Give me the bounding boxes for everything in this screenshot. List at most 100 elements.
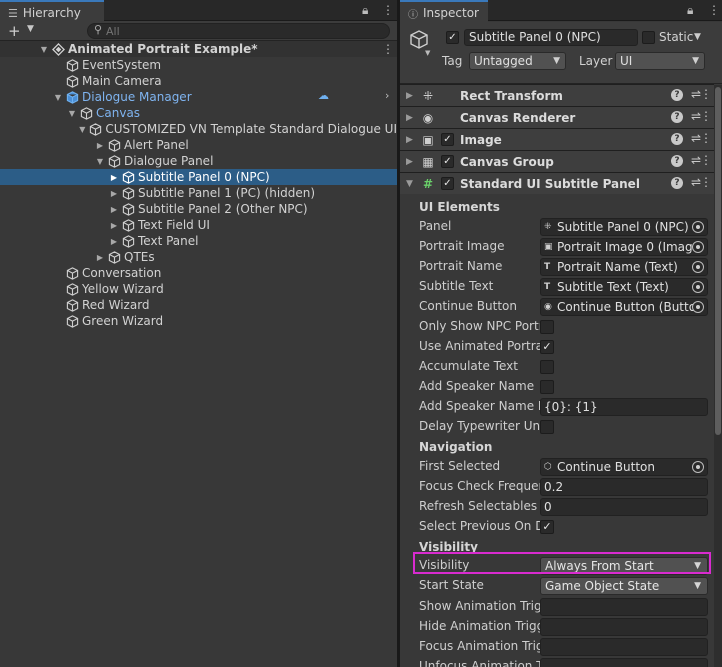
only-show-npc-checkbox[interactable] bbox=[540, 320, 554, 334]
subtitle-text-value: Subtitle Text (Text) bbox=[557, 280, 669, 294]
fold-closed-icon[interactable]: ▶ bbox=[108, 205, 120, 214]
fold-open-icon[interactable]: ▼ bbox=[94, 157, 106, 166]
refresh-selectables-input[interactable]: 0 bbox=[540, 498, 708, 516]
icon-picker-caret-icon[interactable]: ▼ bbox=[425, 49, 430, 57]
hierarchy-item[interactable]: ▼ Dialogue Manager ☁ › bbox=[0, 89, 397, 105]
help-icon[interactable]: ? bbox=[671, 133, 683, 145]
component-image[interactable]: ▶ ▣ ✓ Image ? ⇌ ⋮ bbox=[400, 128, 714, 150]
hierarchy-item[interactable]: ▼ Dialogue Panel bbox=[0, 153, 397, 169]
hierarchy-item[interactable]: ▶ Subtitle Panel 1 (PC) (hidden) bbox=[0, 185, 397, 201]
inspector-tab[interactable]: ⓘ Inspector bbox=[400, 0, 488, 22]
add-speaker-name-checkbox[interactable] bbox=[540, 380, 554, 394]
subtitle-text-object-field[interactable]: T Subtitle Text (Text) bbox=[540, 278, 708, 296]
hierarchy-item[interactable]: ▶ QTEs bbox=[0, 249, 397, 265]
component-menu-icon[interactable]: ⋮ bbox=[700, 87, 712, 101]
focus-anim-input[interactable] bbox=[540, 638, 708, 656]
component-menu-icon[interactable]: ⋮ bbox=[700, 131, 712, 145]
hierarchy-item[interactable]: ▼ Canvas bbox=[0, 105, 397, 121]
hierarchy-item[interactable]: Yellow Wizard bbox=[0, 281, 397, 297]
first-selected-object-field[interactable]: ⬡ Continue Button bbox=[540, 458, 708, 476]
show-anim-input[interactable] bbox=[540, 598, 708, 616]
unfocus-anim-input[interactable] bbox=[540, 658, 708, 667]
object-picker-icon[interactable] bbox=[692, 281, 704, 293]
add-speaker-format-input[interactable]: {0}: {1} bbox=[540, 398, 708, 416]
hierarchy-item[interactable]: ▶ Subtitle Panel 0 (NPC) bbox=[0, 169, 397, 185]
fold-closed-icon[interactable]: ▶ bbox=[108, 237, 120, 246]
component-rect-transform[interactable]: ▶ ⁜ Rect Transform ? ⇌ ⋮ bbox=[400, 84, 714, 106]
static-dropdown-caret-icon[interactable]: ▼ bbox=[694, 32, 701, 42]
chevron-down-icon: ▼ bbox=[553, 56, 560, 66]
subtitle-panel-enabled-checkbox[interactable]: ✓ bbox=[441, 177, 454, 190]
start-state-dropdown[interactable]: Game Object State ▼ bbox=[540, 577, 708, 595]
hierarchy-item[interactable]: ▶ Subtitle Panel 2 (Other NPC) bbox=[0, 201, 397, 217]
help-icon[interactable]: ? bbox=[671, 89, 683, 101]
static-checkbox[interactable] bbox=[642, 31, 655, 44]
hierarchy-item[interactable]: Red Wizard bbox=[0, 297, 397, 313]
help-icon[interactable]: ? bbox=[671, 177, 683, 189]
hierarchy-item[interactable]: ▶ Alert Panel bbox=[0, 137, 397, 153]
fold-closed-icon[interactable]: ▶ bbox=[94, 253, 106, 262]
delay-typewriter-checkbox[interactable] bbox=[540, 420, 554, 434]
scene-row[interactable]: ▼ Animated Portrait Example* ⋮ bbox=[0, 41, 397, 57]
object-name-field[interactable]: Subtitle Panel 0 (NPC) bbox=[464, 29, 638, 46]
focus-check-input[interactable]: 0.2 bbox=[540, 478, 708, 496]
fold-closed-icon[interactable]: ▶ bbox=[108, 221, 120, 230]
fold-open-icon[interactable]: ▼ bbox=[66, 109, 78, 118]
inspector-lock-icon[interactable]: 🔒︎ bbox=[687, 3, 693, 18]
hierarchy-item[interactable]: Green Wizard bbox=[0, 313, 397, 329]
inspector-tabbar: ⓘ Inspector 🔒︎ ⋮ bbox=[400, 0, 722, 22]
fold-closed-icon[interactable]: ▶ bbox=[108, 189, 120, 198]
scene-menu-kebab-icon[interactable]: ⋮ bbox=[382, 42, 394, 56]
hierarchy-search-input[interactable] bbox=[106, 24, 376, 38]
fold-closed-icon[interactable]: ▶ bbox=[108, 173, 120, 182]
fold-closed-icon[interactable]: ▶ bbox=[94, 141, 106, 150]
component-menu-icon[interactable]: ⋮ bbox=[700, 153, 712, 167]
object-picker-icon[interactable] bbox=[692, 221, 704, 233]
image-enabled-checkbox[interactable]: ✓ bbox=[441, 133, 454, 146]
fold-open-icon[interactable]: ▼ bbox=[77, 125, 88, 134]
object-picker-icon[interactable] bbox=[692, 461, 704, 473]
active-checkbox[interactable]: ✓ bbox=[446, 31, 459, 44]
hierarchy-search[interactable]: ⚲ bbox=[87, 23, 390, 39]
layer-dropdown[interactable]: UI ▼ bbox=[615, 52, 705, 70]
component-menu-icon[interactable]: ⋮ bbox=[700, 175, 712, 189]
hide-anim-input[interactable] bbox=[540, 618, 708, 636]
continue-button-object-field[interactable]: ◉ Continue Button (Button bbox=[540, 298, 708, 316]
component-menu-icon[interactable]: ⋮ bbox=[700, 109, 712, 123]
hierarchy-item[interactable]: ▶ Text Field UI bbox=[0, 217, 397, 233]
tab-menu-kebab-icon[interactable]: ⋮ bbox=[382, 3, 394, 17]
hierarchy-item[interactable]: EventSystem bbox=[0, 57, 397, 73]
use-animated-checkbox[interactable]: ✓ bbox=[540, 340, 554, 354]
object-picker-icon[interactable] bbox=[692, 241, 704, 253]
create-dropdown-caret-icon[interactable]: ▼ bbox=[27, 24, 34, 34]
canvas-group-enabled-checkbox[interactable]: ✓ bbox=[441, 155, 454, 168]
fold-closed-icon: ▶ bbox=[406, 112, 413, 123]
component-standard-ui-subtitle-panel[interactable]: ▼ # ✓ Standard UI Subtitle Panel ? ⇌ ⋮ bbox=[400, 172, 714, 194]
accumulate-text-checkbox[interactable] bbox=[540, 360, 554, 374]
object-picker-icon[interactable] bbox=[692, 261, 704, 273]
tag-dropdown[interactable]: Untagged ▼ bbox=[469, 52, 566, 70]
scrollbar-thumb[interactable] bbox=[715, 87, 721, 435]
create-plus-button[interactable]: + bbox=[8, 22, 21, 40]
fold-open-icon[interactable]: ▼ bbox=[52, 93, 64, 102]
hierarchy-tab[interactable]: ☰ Hierarchy bbox=[0, 0, 104, 22]
hierarchy-item[interactable]: ▶ Text Panel bbox=[0, 233, 397, 249]
inspector-tab-menu-kebab-icon[interactable]: ⋮ bbox=[708, 3, 720, 17]
portrait-name-object-field[interactable]: T Portrait Name (Text) bbox=[540, 258, 708, 276]
lock-icon[interactable]: 🔒︎ bbox=[362, 3, 368, 18]
hierarchy-item[interactable]: ▼ CUSTOMIZED VN Template Standard Dialogu… bbox=[0, 121, 397, 137]
hierarchy-item[interactable]: Conversation bbox=[0, 265, 397, 281]
component-canvas-group[interactable]: ▶ ▦ ✓ Canvas Group ? ⇌ ⋮ bbox=[400, 150, 714, 172]
help-icon[interactable]: ? bbox=[671, 155, 683, 167]
inspector-scrollbar[interactable] bbox=[714, 85, 722, 667]
hierarchy-item[interactable]: Main Camera bbox=[0, 73, 397, 89]
object-picker-icon[interactable] bbox=[692, 301, 704, 313]
select-previous-checkbox[interactable]: ✓ bbox=[540, 520, 554, 534]
prop-accumulate-text: Accumulate Text bbox=[419, 357, 710, 377]
fold-open-icon[interactable]: ▼ bbox=[38, 45, 50, 54]
component-canvas-renderer[interactable]: ▶ ◉ Canvas Renderer ? ⇌ ⋮ bbox=[400, 106, 714, 128]
panel-object-field[interactable]: ⁜ Subtitle Panel 0 (NPC) bbox=[540, 218, 708, 236]
open-prefab-arrow-icon[interactable]: › bbox=[385, 89, 389, 102]
help-icon[interactable]: ? bbox=[671, 111, 683, 123]
portrait-image-object-field[interactable]: ▣ Portrait Image 0 (Image bbox=[540, 238, 708, 256]
